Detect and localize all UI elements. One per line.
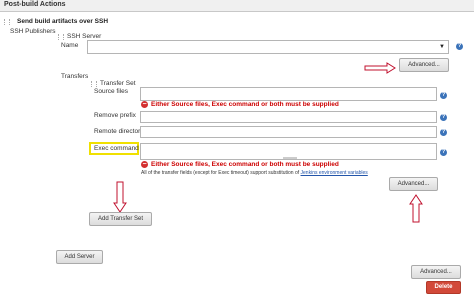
arrow-up-icon — [409, 194, 423, 223]
plugin-title: Send build artifacts over SSH — [17, 18, 109, 25]
error-icon: − — [141, 161, 148, 168]
exec-command-label: Exec command — [94, 145, 139, 152]
section-title: Post-build Actions — [4, 1, 66, 8]
help-icon[interactable]: ? — [440, 114, 447, 121]
source-files-error: Either Source files, Exec command or bot… — [151, 101, 339, 108]
transfer-advanced-button[interactable]: Advanced... — [389, 177, 438, 191]
help-icon[interactable]: ? — [440, 92, 447, 99]
remote-directory-label: Remote directory — [94, 128, 144, 135]
exec-command-error: Either Source files, Exec command or bot… — [151, 161, 339, 168]
server-advanced-button[interactable]: Advanced... — [399, 58, 449, 72]
dropdown-arrow-icon: ▼ — [439, 44, 445, 50]
ssh-publishers-label: SSH Publishers — [10, 28, 56, 35]
remove-prefix-label: Remove prefix — [94, 112, 136, 119]
help-icon[interactable]: ? — [440, 129, 447, 136]
transfers-label: Transfers — [61, 73, 89, 80]
transfer-set-drag-handle[interactable] — [91, 81, 97, 87]
substitution-note-text: All of the transfer fields (except for E… — [141, 170, 300, 176]
help-icon[interactable]: ? — [456, 43, 463, 50]
help-icon[interactable]: ? — [440, 149, 447, 156]
remove-prefix-input[interactable] — [140, 111, 437, 123]
source-files-label: Source files — [94, 88, 128, 95]
section-header — [0, 0, 474, 12]
transfer-set-label: Transfer Set — [100, 80, 136, 87]
name-label: Name — [61, 42, 79, 49]
resize-handle[interactable] — [283, 157, 297, 159]
exec-command-textarea[interactable] — [140, 143, 437, 160]
add-server-button[interactable]: Add Server — [56, 250, 103, 264]
add-transfer-set-button[interactable]: Add Transfer Set — [89, 212, 152, 226]
drag-handle[interactable] — [4, 19, 10, 25]
arrow-down-icon — [113, 181, 127, 213]
remote-directory-input[interactable] — [140, 126, 437, 138]
source-files-input[interactable] — [140, 87, 437, 101]
substitution-note: All of the transfer fields (except for E… — [141, 170, 368, 176]
delete-button[interactable]: Delete — [426, 281, 461, 294]
error-icon: − — [141, 101, 148, 108]
ssh-server-label: SSH Server — [67, 33, 102, 40]
arrow-right-icon — [364, 62, 396, 74]
environment-variables-link[interactable]: Jenkins environment variables — [301, 170, 368, 176]
server-drag-handle[interactable] — [58, 34, 64, 40]
advanced-button[interactable]: Advanced... — [411, 265, 461, 279]
server-name-select[interactable]: ▼ — [87, 40, 449, 54]
